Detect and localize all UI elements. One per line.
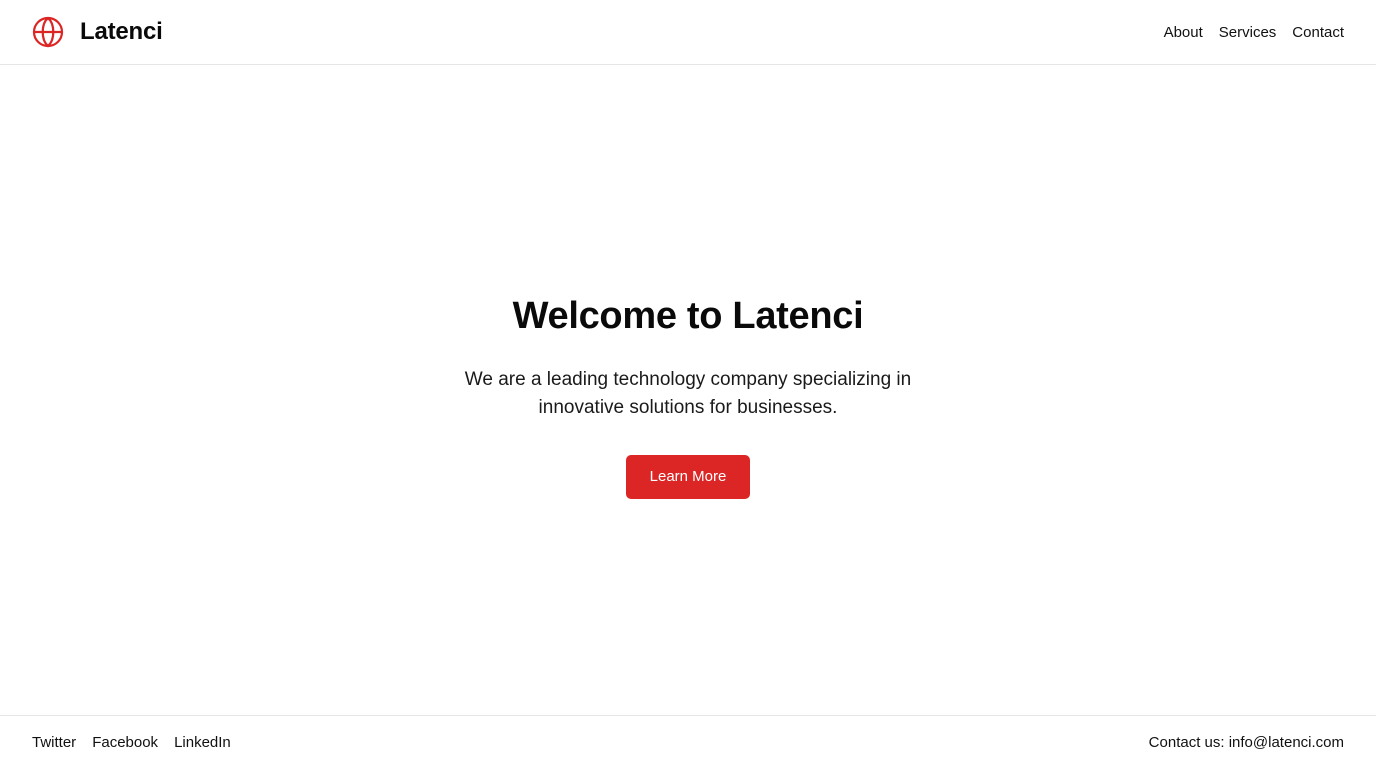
nav-link-services[interactable]: Services bbox=[1219, 24, 1277, 41]
page: Latenci About Services Contact Welcome t… bbox=[0, 0, 1376, 768]
social-links: Twitter Facebook LinkedIn bbox=[32, 734, 231, 751]
nav-link-about[interactable]: About bbox=[1164, 24, 1203, 41]
site-footer: Twitter Facebook LinkedIn Contact us: in… bbox=[0, 715, 1376, 768]
contact-info: Contact us: info@latenci.com bbox=[1149, 734, 1344, 751]
contact-prefix: Contact us: bbox=[1148, 733, 1225, 751]
main-nav: About Services Contact bbox=[1164, 24, 1344, 41]
site-header: Latenci About Services Contact bbox=[0, 0, 1376, 65]
hero-section: Welcome to Latenci We are a leading tech… bbox=[0, 65, 1376, 715]
hero-title: Welcome to Latenci bbox=[512, 295, 864, 338]
brand-name: Latenci bbox=[80, 18, 163, 45]
nav-link-contact[interactable]: Contact bbox=[1292, 24, 1344, 41]
social-link-facebook[interactable]: Facebook bbox=[92, 734, 158, 751]
brand-logo-link[interactable]: Latenci bbox=[32, 16, 163, 48]
learn-more-button[interactable]: Learn More bbox=[626, 454, 750, 499]
hero-description: We are a leading technology company spec… bbox=[464, 368, 912, 418]
globe-icon bbox=[32, 16, 64, 48]
social-link-linkedin[interactable]: LinkedIn bbox=[174, 734, 231, 751]
social-link-twitter[interactable]: Twitter bbox=[32, 734, 76, 751]
contact-email-link[interactable]: info@latenci.com bbox=[1229, 734, 1344, 751]
